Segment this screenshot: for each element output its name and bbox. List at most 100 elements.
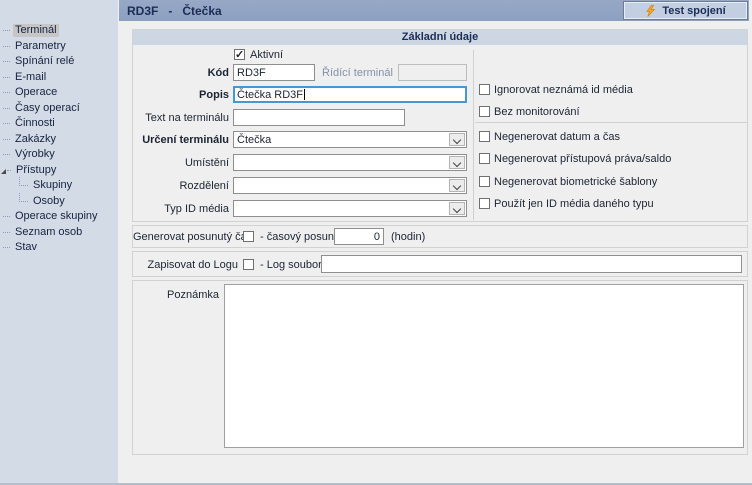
sidebar-item-spinani-rele[interactable]: Spínání relé [0, 54, 118, 70]
sidebar-item-email[interactable]: E-mail [0, 70, 118, 86]
no-generate-access-rights-checkbox[interactable] [479, 153, 490, 164]
active-label: Aktivní [250, 49, 283, 62]
sidebar-item-label: Přístupy [14, 164, 58, 177]
tree-dash-icon [3, 123, 10, 124]
sidebar-item-parametry[interactable]: Parametry [0, 39, 118, 55]
write-to-log-checkbox[interactable] [243, 259, 254, 270]
log-file-sublabel: - Log soubor [260, 259, 322, 272]
content-area: RD3F - Čtečka Test spojení Základní údaj… [118, 0, 752, 483]
sidebar-item-casy-operaci[interactable]: Časy operací [0, 101, 118, 117]
sidebar-item-label: Operace [13, 86, 59, 99]
terminal-text-label: Text na terminálu [133, 112, 229, 125]
sidebar-item-stav[interactable]: Stav [0, 240, 118, 256]
description-input[interactable]: Čtečka RD3F [233, 86, 467, 103]
tree-dash-icon [3, 216, 10, 217]
code-label: Kód [133, 67, 229, 80]
generate-shifted-time-checkbox[interactable] [243, 231, 254, 242]
sidebar-item-label: Výrobky [13, 148, 57, 161]
tree-dash-icon [3, 77, 10, 78]
only-media-type-label: Použít jen ID média daného typu [494, 198, 654, 211]
time-shift-value: 0 [374, 231, 380, 243]
sidebar-item-label: Parametry [13, 40, 68, 53]
description-label: Popis [133, 89, 229, 102]
test-connection-label: Test spojení [662, 5, 725, 17]
tree-dash-icon [3, 232, 10, 233]
media-id-type-select[interactable] [233, 200, 467, 217]
code-input[interactable]: RD3F [233, 64, 315, 81]
basic-data-panel: Základní údaje Aktivní Kód RD3F Řídící t… [132, 29, 748, 222]
location-select[interactable] [233, 154, 467, 171]
sidebar-item-seznam-osob[interactable]: Seznam osob [0, 225, 118, 241]
generate-shifted-time-label: Generovat posunutý čas [133, 231, 238, 244]
sidebar-item-label: Časy operací [13, 102, 82, 115]
text-caret [304, 89, 305, 100]
tree-dash-icon [3, 108, 10, 109]
tree-dash-icon [3, 61, 10, 62]
test-connection-button[interactable]: Test spojení [623, 1, 748, 20]
tree-expanded-icon[interactable] [1, 169, 6, 174]
tree-dash-icon [3, 139, 10, 140]
time-shift-panel: Generovat posunutý čas - časový posun 0 … [132, 225, 748, 248]
tree-dash-icon [3, 46, 10, 47]
sidebar-item-label: Osoby [31, 195, 67, 208]
active-checkbox[interactable] [234, 49, 245, 60]
tree-dash-icon [3, 247, 10, 248]
log-file-input[interactable] [321, 255, 742, 273]
terminal-text-input[interactable] [233, 109, 405, 126]
terminal-purpose-select[interactable]: Čtečka [233, 131, 467, 148]
terminal-purpose-value: Čtečka [237, 134, 271, 146]
sidebar-item-zakazky[interactable]: Zakázky [0, 132, 118, 148]
section-title: Základní údaje [133, 30, 747, 45]
application-window: Terminál Parametry Spínání relé E-mail O… [0, 0, 752, 485]
sidebar-item-label: Terminál [13, 24, 59, 37]
chevron-down-icon[interactable] [449, 179, 465, 192]
terminal-purpose-label: Určení terminálu [133, 134, 229, 147]
sidebar-item-label: Spínání relé [13, 55, 76, 68]
sidebar-item-label: Skupiny [31, 179, 74, 192]
description-value: Čtečka RD3F [237, 89, 303, 101]
chevron-down-icon[interactable] [449, 202, 465, 215]
note-textarea[interactable] [224, 284, 744, 448]
tree-dash-icon [3, 154, 10, 155]
no-generate-access-rights-label: Negenerovat přístupová práva/saldo [494, 153, 671, 166]
no-generate-biometric-label: Negenerovat biometrické šablony [494, 176, 657, 189]
record-code: RD3F [127, 4, 158, 18]
master-terminal-label: Řídící terminál [322, 67, 393, 80]
time-shift-input[interactable]: 0 [334, 228, 384, 245]
note-label: Poznámka [133, 289, 219, 302]
division-select[interactable] [233, 177, 467, 194]
sidebar-item-label: Seznam osob [13, 226, 84, 239]
chevron-down-icon[interactable] [449, 156, 465, 169]
note-panel: Poznámka [132, 280, 748, 455]
no-generate-datetime-checkbox[interactable] [479, 131, 490, 142]
sidebar-item-cinnosti[interactable]: Činnosti [0, 116, 118, 132]
chevron-down-icon[interactable] [449, 133, 465, 146]
master-terminal-input [398, 64, 467, 81]
sidebar-item-operace[interactable]: Operace [0, 85, 118, 101]
sidebar-item-operace-skupiny[interactable]: Operace skupiny [0, 209, 118, 225]
ignore-unknown-media-label: Ignorovat neznámá id média [494, 84, 633, 97]
options-divider [475, 122, 747, 123]
hours-suffix-label: (hodin) [391, 231, 425, 244]
sidebar-item-vyrobky[interactable]: Výrobky [0, 147, 118, 163]
no-generate-biometric-checkbox[interactable] [479, 176, 490, 187]
code-value: RD3F [237, 67, 266, 79]
tree-dash-icon [3, 92, 10, 93]
tree-branch-icon [19, 177, 28, 186]
write-to-log-label: Zapisovat do Logu [133, 259, 238, 272]
sidebar-item-skupiny[interactable]: Skupiny [0, 178, 118, 194]
tree-dash-icon [3, 30, 10, 31]
ignore-unknown-media-checkbox[interactable] [479, 84, 490, 95]
sidebar-item-pristupy[interactable]: Přístupy [0, 163, 118, 179]
sidebar-item-terminal[interactable]: Terminál [0, 23, 118, 39]
log-panel: Zapisovat do Logu - Log soubor [132, 251, 748, 277]
only-media-type-checkbox[interactable] [479, 198, 490, 209]
sidebar-item-label: Stav [13, 241, 39, 254]
sidebar-item-label: Operace skupiny [13, 210, 100, 223]
no-monitoring-checkbox[interactable] [479, 106, 490, 117]
vertical-divider [473, 50, 474, 220]
no-monitoring-label: Bez monitorování [494, 106, 580, 119]
sidebar-tree: Terminál Parametry Spínání relé E-mail O… [0, 0, 118, 483]
time-shift-sublabel: - časový posun [260, 231, 334, 244]
sidebar-item-osoby[interactable]: Osoby [0, 194, 118, 210]
